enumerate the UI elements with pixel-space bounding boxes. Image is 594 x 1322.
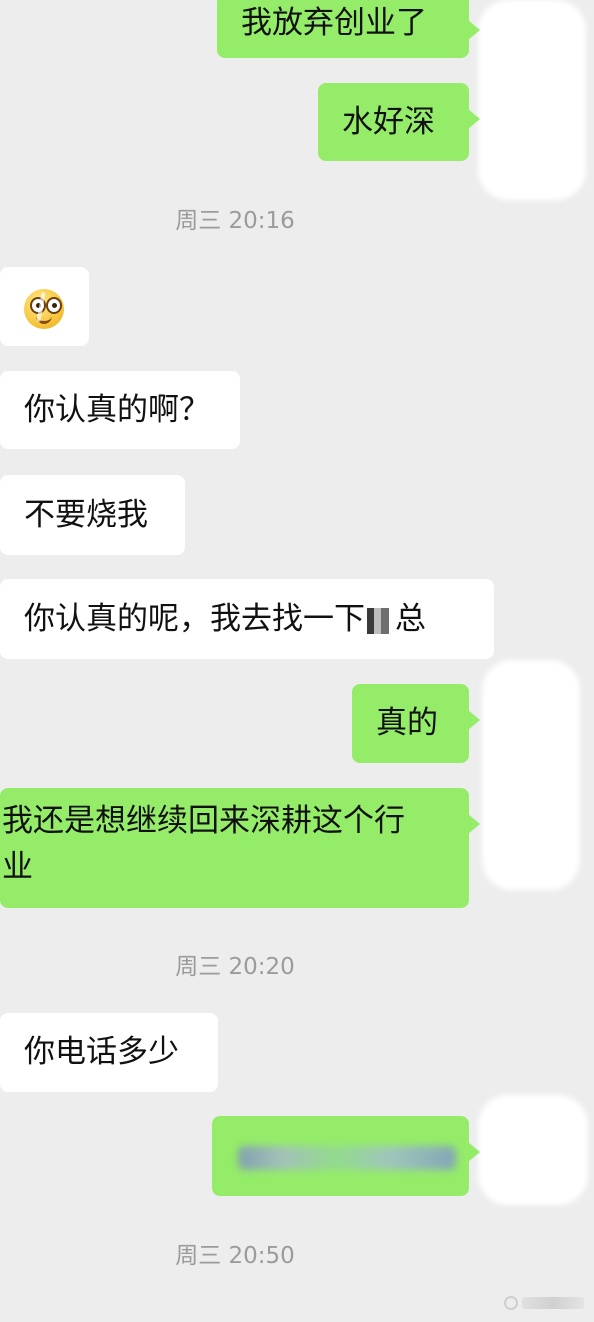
avatar-redaction bbox=[482, 660, 580, 890]
message-bubble-outgoing[interactable]: 我放弃创业了 bbox=[217, 0, 480, 58]
message-text: 我还是想继续回来深耕这个行 bbox=[2, 803, 405, 839]
avatar-redaction bbox=[478, 0, 586, 200]
timestamp: 周三 20:50 bbox=[175, 1243, 295, 1269]
message-bubble-incoming[interactable]: 不要烧我 bbox=[0, 475, 185, 555]
avatar-redaction bbox=[478, 1095, 588, 1205]
message-text: 我放弃创业了 bbox=[241, 5, 427, 41]
grinning-face-icon bbox=[24, 289, 64, 329]
weibo-logo-icon bbox=[504, 1296, 518, 1310]
message-bubble-outgoing[interactable]: 真的 bbox=[352, 684, 480, 763]
message-bubble-incoming[interactable]: 你认真的啊？ bbox=[0, 371, 240, 449]
message-text: 你认真的啊？ bbox=[24, 392, 210, 428]
message-text: 真的 bbox=[376, 705, 438, 741]
message-text: 水好深 bbox=[342, 104, 435, 140]
redacted-phone-number bbox=[238, 1146, 456, 1170]
timestamp: 周三 20:16 bbox=[175, 208, 295, 234]
timestamp: 周三 20:20 bbox=[175, 954, 295, 980]
message-text: 业 bbox=[2, 849, 33, 885]
redacted-name bbox=[365, 606, 395, 636]
watermark bbox=[504, 1294, 584, 1312]
message-bubble-incoming[interactable]: 你认真的呢，我去找一下总 bbox=[0, 579, 494, 659]
message-bubble-outgoing[interactable] bbox=[212, 1116, 480, 1196]
message-text: 总 bbox=[395, 601, 426, 637]
message-text: 你认真的呢，我去找一下 bbox=[24, 601, 365, 637]
watermark-text-blur bbox=[522, 1297, 584, 1309]
message-bubble-incoming[interactable]: 你电话多少 bbox=[0, 1013, 218, 1092]
message-bubble-outgoing[interactable]: 水好深 bbox=[318, 83, 480, 161]
message-text: 不要烧我 bbox=[24, 497, 148, 533]
message-bubble-outgoing[interactable]: 我还是想继续回来深耕这个行 业 bbox=[0, 788, 480, 908]
message-text: 你电话多少 bbox=[24, 1034, 179, 1070]
